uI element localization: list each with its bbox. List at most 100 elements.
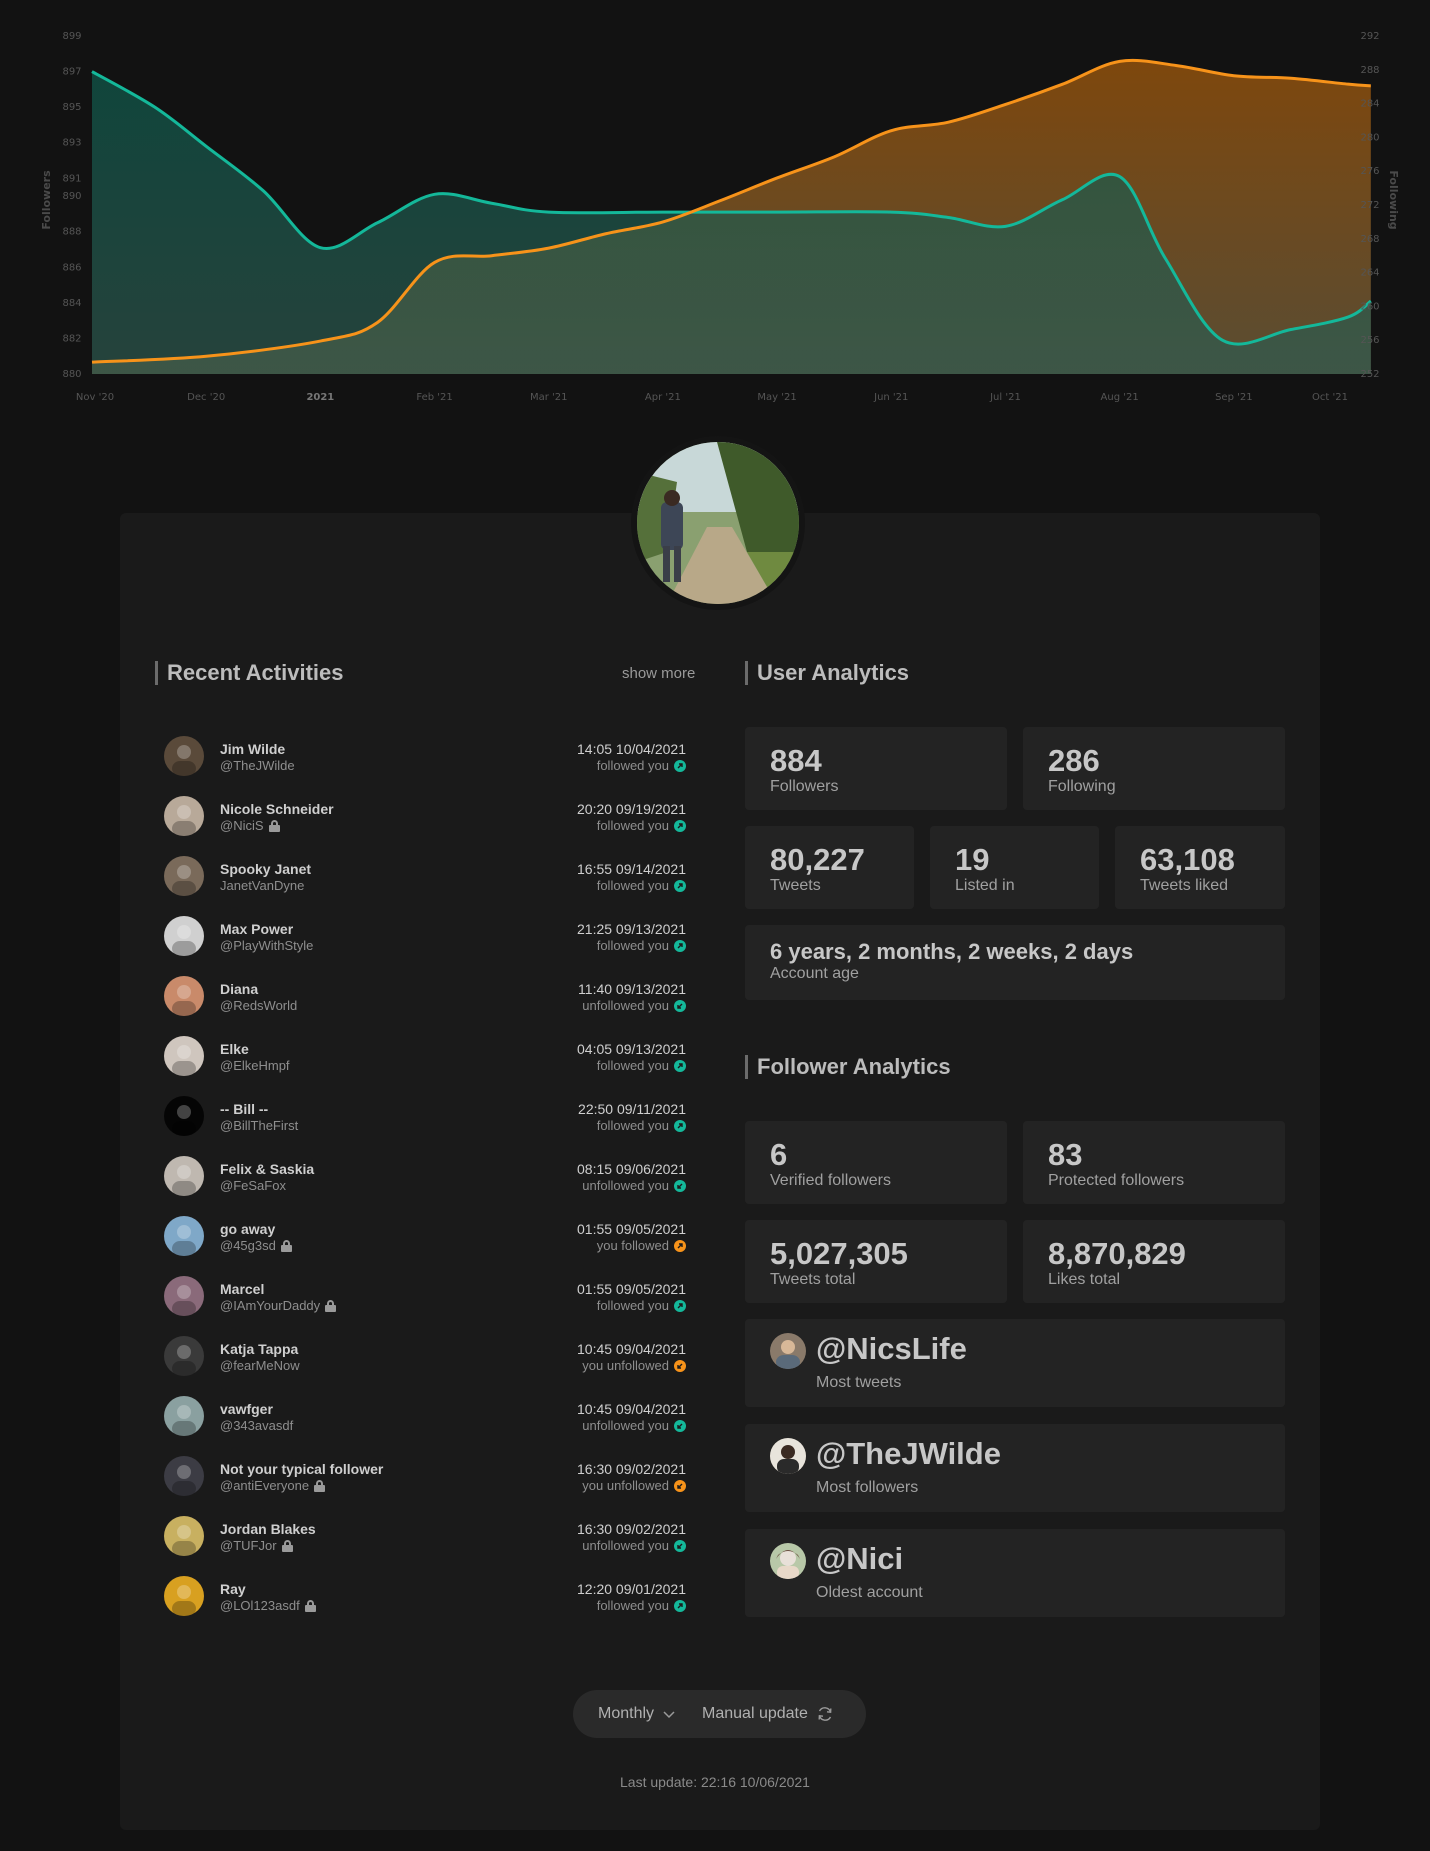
handle-text: @LOl123asdf <box>220 1598 300 1613</box>
user-handle: @Nici <box>816 1541 904 1576</box>
stat-label: Following <box>1048 778 1116 795</box>
activity-time: 20:20 09/19/2021 <box>577 801 686 817</box>
activity-row[interactable]: Jordan Blakes @TUFJor 16:30 09/02/2021 unfo… <box>164 1514 686 1574</box>
handle-text: @PlayWithStyle <box>220 938 314 953</box>
y-right-tick-label: 280 <box>1360 132 1379 143</box>
y-right-tick-label: 256 <box>1360 335 1379 346</box>
activity-status: unfollowed you <box>582 1538 686 1553</box>
activity-user-handle: @TUFJor <box>220 1538 293 1553</box>
activity-time: 10:45 09/04/2021 <box>577 1341 686 1357</box>
activity-status: you unfollowed <box>582 1358 686 1373</box>
x-tick-label: Nov '20 <box>76 392 114 403</box>
avatar[interactable] <box>164 916 204 956</box>
activity-user-name[interactable]: Not your typical follower <box>220 1461 383 1477</box>
stat-value: 884 <box>770 743 822 778</box>
activity-row[interactable]: Nicole Schneider @NiciS 20:20 09/19/2021 fo… <box>164 794 686 854</box>
activity-user-name[interactable]: Ray <box>220 1581 246 1597</box>
status-text: followed you <box>596 938 669 953</box>
activity-row[interactable]: Ray @LOl123asdf 12:20 09/01/2021 followed y… <box>164 1574 686 1634</box>
activity-user-name[interactable]: Nicole Schneider <box>220 801 334 817</box>
activity-row[interactable]: Diana @RedsWorld 11:40 09/13/2021 unfollowe… <box>164 974 686 1034</box>
handle-text: @RedsWorld <box>220 998 298 1013</box>
avatar[interactable] <box>164 1216 204 1256</box>
likes-total-stat: 8,870,829 Likes total <box>1023 1220 1285 1303</box>
avatar[interactable] <box>164 1516 204 1556</box>
profile-avatar[interactable] <box>637 442 799 604</box>
stat-label: Followers <box>770 778 839 795</box>
activity-user-name[interactable]: Spooky Janet <box>220 861 311 877</box>
x-tick-label: Sep '21 <box>1215 392 1253 403</box>
show-more-link[interactable]: show more <box>622 665 695 682</box>
oldest-account-user[interactable]: @Nici Oldest account <box>745 1529 1285 1617</box>
avatar[interactable] <box>164 1096 204 1136</box>
profile-photo-path-icon <box>637 442 799 604</box>
chevron-down-icon <box>663 1711 675 1719</box>
avatar[interactable] <box>164 1576 204 1616</box>
activity-row[interactable]: Marcel @IAmYourDaddy 01:55 09/05/2021 follo… <box>164 1274 686 1334</box>
avatar[interactable] <box>164 1276 204 1316</box>
avatar[interactable] <box>164 1036 204 1076</box>
y-left-axis-title: Followers <box>40 170 53 230</box>
arrow-down-left-icon <box>674 999 686 1012</box>
stat-label: Account age <box>770 965 859 982</box>
activity-user-name[interactable]: Elke <box>220 1041 249 1057</box>
activity-time: 08:15 09/06/2021 <box>577 1161 686 1177</box>
activity-user-name[interactable]: vawfger <box>220 1401 273 1417</box>
activity-status: followed you <box>597 818 686 833</box>
stat-value: 6 <box>770 1137 788 1172</box>
manual-update-button[interactable]: Manual update <box>702 1705 834 1723</box>
lock-icon <box>268 819 280 832</box>
activity-user-name[interactable]: Katja Tappa <box>220 1341 298 1357</box>
activity-row[interactable]: Max Power @PlayWithStyle 21:25 09/13/2021 f… <box>164 914 686 974</box>
x-tick-label: Aug '21 <box>1101 392 1139 403</box>
activity-user-name[interactable]: Jordan Blakes <box>220 1521 316 1537</box>
x-tick-label: Mar '21 <box>530 392 568 403</box>
activity-row[interactable]: Elke @ElkeHmpf 04:05 09/13/2021 followed yo… <box>164 1034 686 1094</box>
activity-user-name[interactable]: Felix & Saskia <box>220 1161 314 1177</box>
activity-user-handle: @45g3sd <box>220 1238 292 1253</box>
activity-user-name[interactable]: Diana <box>220 981 258 997</box>
most-followers-user[interactable]: @TheJWilde Most followers <box>745 1424 1285 1512</box>
stat-label: Tweets <box>770 877 821 894</box>
activity-user-name[interactable]: -- Bill -- <box>220 1101 268 1117</box>
arrow-up-right-icon <box>674 1599 686 1612</box>
arrow-down-left-icon <box>674 1359 686 1372</box>
x-tick-label: Feb '21 <box>416 392 452 403</box>
manual-update-label: Manual update <box>702 1705 808 1722</box>
status-text: followed you <box>596 1058 669 1073</box>
avatar[interactable] <box>164 1336 204 1376</box>
stat-label: Tweets total <box>770 1271 856 1288</box>
handle-text: @FeSaFox <box>220 1178 286 1193</box>
activity-status: unfollowed you <box>582 998 686 1013</box>
most-tweets-user[interactable]: @NicsLife Most tweets <box>745 1319 1285 1407</box>
avatar[interactable] <box>164 856 204 896</box>
activity-row[interactable]: Katja Tappa @fearMeNow 10:45 09/04/2021 you… <box>164 1334 686 1394</box>
activity-row[interactable]: Spooky Janet JanetVanDyne 16:55 09/14/2021… <box>164 854 686 914</box>
arrow-up-right-icon <box>674 1119 686 1132</box>
tweets-total-stat: 5,027,305 Tweets total <box>745 1220 1007 1303</box>
arrow-up-right-icon <box>674 1299 686 1312</box>
activity-row[interactable]: go away @45g3sd 01:55 09/05/2021 you follow… <box>164 1214 686 1274</box>
activity-user-name[interactable]: Marcel <box>220 1281 264 1297</box>
avatar[interactable] <box>164 1156 204 1196</box>
avatar[interactable] <box>164 1396 204 1436</box>
avatar[interactable] <box>164 796 204 836</box>
activity-row[interactable]: Felix & Saskia @FeSaFox 08:15 09/06/2021 un… <box>164 1154 686 1214</box>
user-analytics-title: User Analytics <box>745 661 909 685</box>
activity-user-name[interactable]: go away <box>220 1221 275 1237</box>
avatar[interactable] <box>164 736 204 776</box>
activity-status: followed you <box>597 1058 686 1073</box>
x-tick-label: Jul '21 <box>989 392 1021 403</box>
activity-row[interactable]: Not your typical follower @antiEveryone 16… <box>164 1454 686 1514</box>
activity-user-name[interactable]: Jim Wilde <box>220 741 285 757</box>
activity-row[interactable]: vawfger @343avasdf 10:45 09/04/2021 unfollo… <box>164 1394 686 1454</box>
activity-row[interactable]: -- Bill -- @BillTheFirst 22:50 09/11/2021 f… <box>164 1094 686 1154</box>
activity-row[interactable]: Jim Wilde @TheJWilde 14:05 10/04/2021 follo… <box>164 734 686 794</box>
period-select[interactable]: Monthly <box>598 1705 676 1723</box>
avatar[interactable] <box>164 976 204 1016</box>
activity-user-name[interactable]: Max Power <box>220 921 293 937</box>
y-right-tick-label: 260 <box>1360 301 1379 312</box>
arrow-down-left-icon <box>674 1419 686 1432</box>
avatar[interactable] <box>164 1456 204 1496</box>
x-tick-label: May '21 <box>757 392 796 403</box>
